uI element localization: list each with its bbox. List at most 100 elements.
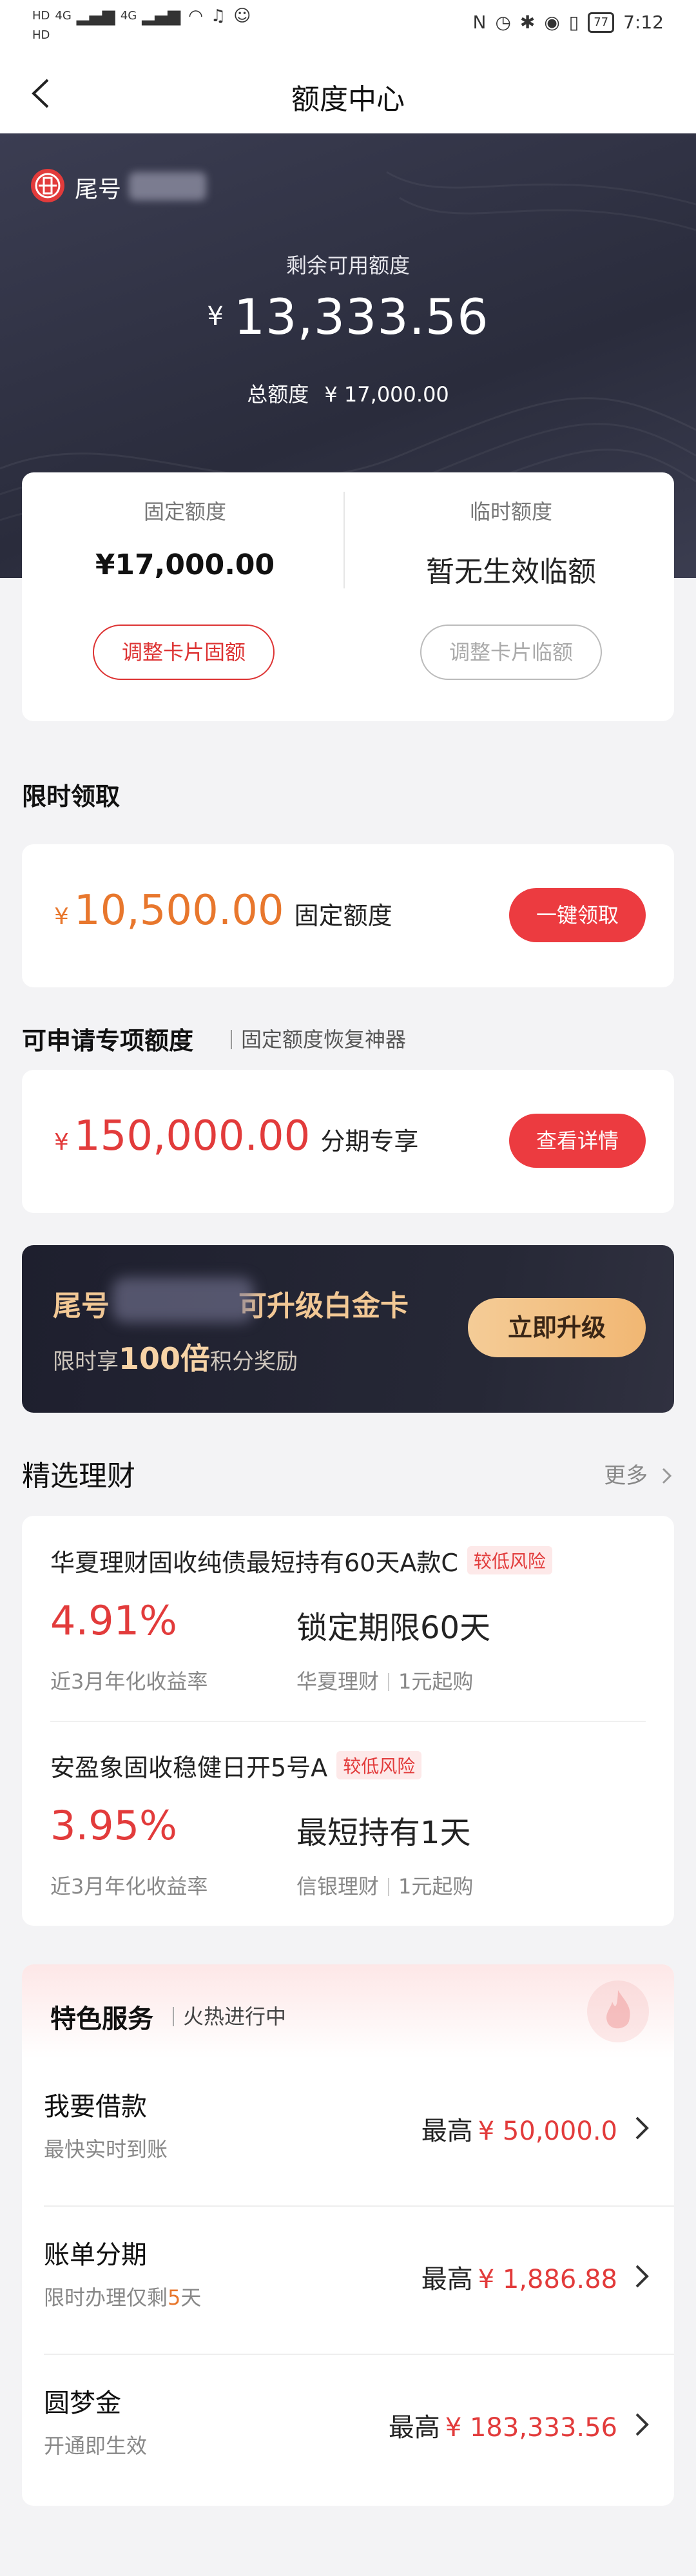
remaining-amount-value: 13,333.56: [233, 288, 489, 345]
service-amount: 最高 ¥ 50,000.0: [421, 2110, 617, 2147]
product-min: 1元起购: [398, 1874, 474, 1899]
service-item-loan[interactable]: 我要借款 最快实时到账 最高 ¥ 50,000.0: [22, 2058, 674, 2207]
nfc-icon: N: [472, 12, 487, 33]
banner-title-prefix: 尾号: [53, 1290, 110, 1322]
chevron-right-icon: [662, 1467, 672, 1484]
product-name-text: 华夏理财固收纯债最短持有60天A款C: [50, 1549, 458, 1577]
offer-description: 固定额度: [294, 902, 392, 930]
temporary-limit-column: 临时额度 暂无生效临额 调整卡片临额: [348, 472, 674, 721]
banner-sub-bold: 100倍: [119, 1341, 211, 1376]
service-amount-prefix: 最高: [421, 2265, 473, 2294]
service-amount-value: ¥ 183,333.56: [445, 2413, 617, 2443]
banner-sub-suffix: 积分奖励: [210, 1349, 298, 1375]
total-limit: 总额度 ¥ 17,000.00: [0, 378, 696, 408]
fixed-limit-label: 固定额度: [143, 499, 226, 524]
product-rate: 4.91%: [50, 1597, 177, 1644]
network-status: HD 4G ▂▄▆ 4G ▂▄▆ ◠ ♫ ☺ HD: [32, 6, 251, 45]
limited-time-title: 限时领取: [22, 782, 121, 811]
services-header: 特色服务 火热进行中: [22, 1964, 674, 2058]
risk-badge: 较低风险: [336, 1751, 422, 1779]
service-amount-prefix: 最高: [421, 2116, 473, 2146]
product-rate: 3.95%: [50, 1802, 177, 1849]
more-link[interactable]: 更多: [604, 1458, 674, 1489]
service-amount: 最高 ¥ 1,886.88: [421, 2258, 617, 2296]
chevron-right-icon: [635, 2116, 649, 2140]
services-subtitle: 火热进行中: [173, 2000, 286, 2030]
adjust-temporary-limit-button[interactable]: 调整卡片临额: [420, 625, 602, 680]
nav-bar: 额度中心: [0, 53, 696, 133]
clock: 7:12: [623, 12, 664, 33]
currency-symbol: ¥: [54, 1129, 69, 1156]
service-desc: 限时办理仅剩5天: [44, 2281, 201, 2311]
adjust-fixed-limit-button[interactable]: 调整卡片固额: [93, 625, 275, 680]
service-amount-value: ¥ 1,886.88: [478, 2265, 617, 2294]
service-amount: 最高 ¥ 183,333.56: [389, 2407, 617, 2444]
product-meta: 华夏理财 1元起购: [296, 1665, 473, 1695]
currency-symbol: ¥: [207, 302, 224, 331]
product-name-text: 安盈象固收稳健日开5号A: [50, 1754, 328, 1782]
card-tail-number: 尾号: [75, 177, 122, 203]
remaining-limit-amount: ¥13,333.56: [0, 288, 696, 345]
services-title: 特色服务: [50, 2004, 153, 2034]
special-quota-title: 可申请专项额度: [22, 1027, 194, 1055]
special-quota-amount-value: 150,000.00: [73, 1112, 311, 1160]
fixed-limit-value: ¥17,000.00: [95, 548, 275, 581]
headphones-icon: ♫: [210, 6, 226, 26]
product-name: 华夏理财固收纯债最短持有60天A款C 较低风险: [50, 1543, 552, 1578]
limited-time-offer-card: ¥10,500.00 固定额度 一键领取: [22, 844, 674, 987]
service-desc-pre: 限时办理仅剩: [44, 2285, 168, 2310]
product-meta: 信银理财 1元起购: [296, 1870, 473, 1900]
claim-now-button[interactable]: 一键领取: [509, 888, 646, 942]
system-status: N ◷ ✱ ◉ ▯ 77 7:12: [472, 12, 664, 33]
banner-sub-prefix: 限时享: [53, 1349, 119, 1375]
product-divider: [50, 1721, 646, 1722]
limit-summary-card: 固定额度 ¥17,000.00 调整卡片固额 临时额度 暂无生效临额 调整卡片临…: [22, 472, 674, 721]
bluetooth-icon: ✱: [519, 12, 536, 33]
column-divider: [343, 492, 345, 588]
wealth-title: 精选理财: [22, 1460, 135, 1493]
service-desc-post: 天: [180, 2285, 202, 2310]
signal-icon-2: ▂▄▆: [142, 6, 181, 26]
location-icon: ◉: [544, 12, 560, 33]
special-quota-description: 分期专享: [320, 1127, 419, 1156]
remaining-limit-label: 剩余可用额度: [285, 253, 410, 278]
network-4g-label-2: 4G: [120, 9, 137, 23]
upgrade-now-button[interactable]: 立即升级: [468, 1298, 646, 1357]
risk-badge: 较低风险: [467, 1546, 552, 1574]
platinum-upgrade-banner[interactable]: 尾号 可升级白金卡 限时享100倍积分奖励 立即升级: [22, 1245, 674, 1413]
service-name: 我要借款: [44, 2092, 147, 2122]
product-issuer: 华夏理财: [296, 1669, 380, 1694]
special-quota-amount: ¥150,000.00 分期专享: [54, 1112, 418, 1160]
service-item-installment[interactable]: 账单分期 限时办理仅剩5天 最高 ¥ 1,886.88: [22, 2207, 674, 2355]
service-amount-prefix: 最高: [388, 2413, 440, 2443]
page-title: 额度中心: [291, 83, 405, 116]
product-rate-label: 近3月年化收益率: [50, 1874, 208, 1899]
chevron-right-icon: [635, 2265, 649, 2288]
fixed-limit-column: 固定额度 ¥17,000.00 调整卡片固额: [22, 472, 348, 721]
special-services-card: 特色服务 火热进行中 我要借款 最快实时到账 最高 ¥ 50,000.0 账单分期…: [22, 1964, 674, 2506]
special-quota-card: ¥150,000.00 分期专享 查看详情: [22, 1070, 674, 1213]
offer-amount-value: 10,500.00: [73, 887, 284, 935]
product-term: 最短持有1天: [296, 1815, 471, 1851]
product-min: 1元起购: [398, 1669, 474, 1694]
more-label: 更多: [604, 1463, 648, 1489]
user-icon: ☺: [233, 6, 251, 26]
service-desc: 开通即生效: [44, 2434, 148, 2458]
banner-subtitle: 限时享100倍积分奖励: [53, 1335, 298, 1378]
offer-amount: ¥10,500.00 固定额度: [54, 887, 392, 935]
chevron-right-icon: [635, 2413, 649, 2436]
wifi-icon: ◠: [188, 6, 203, 26]
status-bar: HD 4G ▂▄▆ 4G ▂▄▆ ◠ ♫ ☺ HD N ◷ ✱ ◉ ▯ 77 7…: [0, 0, 696, 53]
product-rate-label: 近3月年化收益率: [50, 1669, 208, 1694]
product-issuer: 信银理财: [296, 1874, 380, 1899]
masked-card-number: [129, 172, 206, 200]
currency-symbol: ¥: [54, 904, 69, 930]
temporary-limit-label: 临时额度: [469, 499, 552, 524]
bank-logo-icon: [31, 169, 64, 202]
view-details-button[interactable]: 查看详情: [509, 1114, 646, 1168]
special-quota-subtitle: 固定额度恢复神器: [231, 1023, 406, 1053]
signal-icon: ▂▄▆: [76, 6, 115, 26]
product-name: 安盈象固收稳健日开5号A 较低风险: [50, 1748, 422, 1783]
hd-label-1: HD: [32, 9, 50, 23]
service-item-dream-fund[interactable]: 圆梦金 开通即生效 最高 ¥ 183,333.56: [22, 2355, 674, 2503]
